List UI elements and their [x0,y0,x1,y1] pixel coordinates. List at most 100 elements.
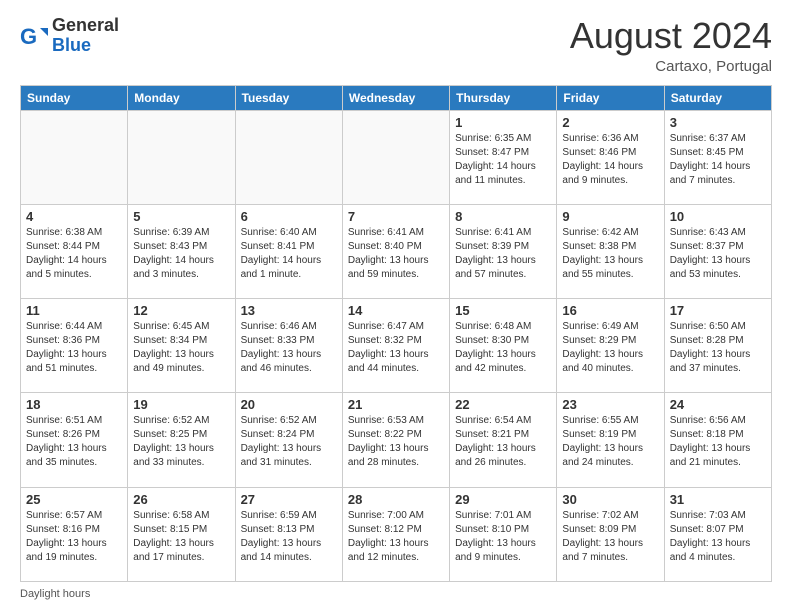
calendar-week-row: 11 Sunrise: 6:44 AM Sunset: 8:36 PM Dayli… [21,299,772,393]
day-number: 30 [562,492,658,507]
day-number: 23 [562,397,658,412]
cell-info: Sunrise: 6:44 AM Sunset: 8:36 PM Dayligh… [26,320,122,376]
calendar-day-header: Saturday [664,85,771,110]
calendar-cell: 21 Sunrise: 6:53 AM Sunset: 8:22 PM Dayli… [342,393,449,487]
day-number: 31 [670,492,766,507]
cell-info: Sunrise: 7:00 AM Sunset: 8:12 PM Dayligh… [348,509,444,565]
calendar-cell: 10 Sunrise: 6:43 AM Sunset: 8:37 PM Dayli… [664,204,771,298]
day-number: 11 [26,303,122,318]
calendar-day-header: Sunday [21,85,128,110]
cell-info: Sunrise: 6:38 AM Sunset: 8:44 PM Dayligh… [26,226,122,282]
cell-info: Sunrise: 6:53 AM Sunset: 8:22 PM Dayligh… [348,414,444,470]
calendar-table: SundayMondayTuesdayWednesdayThursdayFrid… [20,85,772,582]
day-number: 15 [455,303,551,318]
calendar-day-header: Monday [128,85,235,110]
cell-info: Sunrise: 7:01 AM Sunset: 8:10 PM Dayligh… [455,509,551,565]
calendar-cell [21,110,128,204]
calendar-cell: 30 Sunrise: 7:02 AM Sunset: 8:09 PM Dayli… [557,487,664,581]
day-number: 18 [26,397,122,412]
calendar-cell: 4 Sunrise: 6:38 AM Sunset: 8:44 PM Daylig… [21,204,128,298]
calendar-cell [235,110,342,204]
day-number: 7 [348,209,444,224]
calendar-cell [128,110,235,204]
day-number: 24 [670,397,766,412]
day-number: 8 [455,209,551,224]
cell-info: Sunrise: 6:58 AM Sunset: 8:15 PM Dayligh… [133,509,229,565]
day-number: 16 [562,303,658,318]
cell-info: Sunrise: 6:37 AM Sunset: 8:45 PM Dayligh… [670,132,766,188]
day-number: 13 [241,303,337,318]
logo: G General Blue [20,16,119,56]
calendar-cell: 15Sunrise: 6:48 AM Sunset: 8:30 PM Dayli… [450,299,557,393]
calendar-cell: 11 Sunrise: 6:44 AM Sunset: 8:36 PM Dayli… [21,299,128,393]
logo-text: General Blue [52,16,119,56]
calendar-cell: 19Sunrise: 6:52 AM Sunset: 8:25 PM Dayli… [128,393,235,487]
cell-info: Sunrise: 6:54 AM Sunset: 8:21 PM Dayligh… [455,414,551,470]
day-number: 17 [670,303,766,318]
day-number: 3 [670,115,766,130]
calendar-cell: 1Sunrise: 6:35 AM Sunset: 8:47 PM Daylig… [450,110,557,204]
logo-blue: Blue [52,35,91,55]
cell-info: Sunrise: 6:51 AM Sunset: 8:26 PM Dayligh… [26,414,122,470]
day-number: 12 [133,303,229,318]
cell-info: Sunrise: 6:49 AM Sunset: 8:29 PM Dayligh… [562,320,658,376]
day-number: 2 [562,115,658,130]
calendar-cell: 28 Sunrise: 7:00 AM Sunset: 8:12 PM Dayli… [342,487,449,581]
day-number: 25 [26,492,122,507]
page-header: G General Blue August 2024 Cartaxo, Port… [20,16,772,75]
calendar-cell: 5Sunrise: 6:39 AM Sunset: 8:43 PM Daylig… [128,204,235,298]
cell-info: Sunrise: 6:45 AM Sunset: 8:34 PM Dayligh… [133,320,229,376]
day-number: 27 [241,492,337,507]
calendar-week-row: 18 Sunrise: 6:51 AM Sunset: 8:26 PM Dayli… [21,393,772,487]
cell-info: Sunrise: 6:40 AM Sunset: 8:41 PM Dayligh… [241,226,337,282]
cell-info: Sunrise: 6:47 AM Sunset: 8:32 PM Dayligh… [348,320,444,376]
calendar-header-row: SundayMondayTuesdayWednesdayThursdayFrid… [21,85,772,110]
day-number: 14 [348,303,444,318]
calendar-cell: 24 Sunrise: 6:56 AM Sunset: 8:18 PM Dayli… [664,393,771,487]
cell-info: Sunrise: 6:52 AM Sunset: 8:24 PM Dayligh… [241,414,337,470]
calendar-day-header: Friday [557,85,664,110]
calendar-cell: 25Sunrise: 6:57 AM Sunset: 8:16 PM Dayli… [21,487,128,581]
calendar-cell: 31 Sunrise: 7:03 AM Sunset: 8:07 PM Dayli… [664,487,771,581]
calendar-cell: 9 Sunrise: 6:42 AM Sunset: 8:38 PM Daylig… [557,204,664,298]
day-number: 29 [455,492,551,507]
calendar-cell: 27 Sunrise: 6:59 AM Sunset: 8:13 PM Dayli… [235,487,342,581]
cell-info: Sunrise: 6:59 AM Sunset: 8:13 PM Dayligh… [241,509,337,565]
logo-icon: G [20,22,48,50]
day-number: 10 [670,209,766,224]
calendar-cell: 12 Sunrise: 6:45 AM Sunset: 8:34 PM Dayli… [128,299,235,393]
calendar-day-header: Tuesday [235,85,342,110]
calendar-cell: 8Sunrise: 6:41 AM Sunset: 8:39 PM Daylig… [450,204,557,298]
cell-info: Sunrise: 7:02 AM Sunset: 8:09 PM Dayligh… [562,509,658,565]
title-block: August 2024 Cartaxo, Portugal [570,16,772,75]
calendar-cell: 3 Sunrise: 6:37 AM Sunset: 8:45 PM Daylig… [664,110,771,204]
calendar-day-header: Thursday [450,85,557,110]
svg-text:G: G [20,24,37,49]
month-year-title: August 2024 [570,16,772,56]
cell-info: Sunrise: 6:50 AM Sunset: 8:28 PM Dayligh… [670,320,766,376]
footer-note: Daylight hours [20,588,772,600]
calendar-cell: 20Sunrise: 6:52 AM Sunset: 8:24 PM Dayli… [235,393,342,487]
calendar-week-row: 25Sunrise: 6:57 AM Sunset: 8:16 PM Dayli… [21,487,772,581]
calendar-cell [342,110,449,204]
day-number: 21 [348,397,444,412]
day-number: 4 [26,209,122,224]
calendar-cell: 22 Sunrise: 6:54 AM Sunset: 8:21 PM Dayli… [450,393,557,487]
cell-info: Sunrise: 6:46 AM Sunset: 8:33 PM Dayligh… [241,320,337,376]
cell-info: Sunrise: 6:56 AM Sunset: 8:18 PM Dayligh… [670,414,766,470]
calendar-cell: 14 Sunrise: 6:47 AM Sunset: 8:32 PM Dayli… [342,299,449,393]
cell-info: Sunrise: 6:41 AM Sunset: 8:40 PM Dayligh… [348,226,444,282]
day-number: 1 [455,115,551,130]
calendar-week-row: 4 Sunrise: 6:38 AM Sunset: 8:44 PM Daylig… [21,204,772,298]
day-number: 19 [133,397,229,412]
calendar-cell: 26Sunrise: 6:58 AM Sunset: 8:15 PM Dayli… [128,487,235,581]
day-number: 22 [455,397,551,412]
cell-info: Sunrise: 6:42 AM Sunset: 8:38 PM Dayligh… [562,226,658,282]
cell-info: Sunrise: 7:03 AM Sunset: 8:07 PM Dayligh… [670,509,766,565]
logo-general: General [52,15,119,35]
day-number: 9 [562,209,658,224]
cell-info: Sunrise: 6:43 AM Sunset: 8:37 PM Dayligh… [670,226,766,282]
cell-info: Sunrise: 6:39 AM Sunset: 8:43 PM Dayligh… [133,226,229,282]
day-number: 28 [348,492,444,507]
calendar-cell: 7 Sunrise: 6:41 AM Sunset: 8:40 PM Daylig… [342,204,449,298]
